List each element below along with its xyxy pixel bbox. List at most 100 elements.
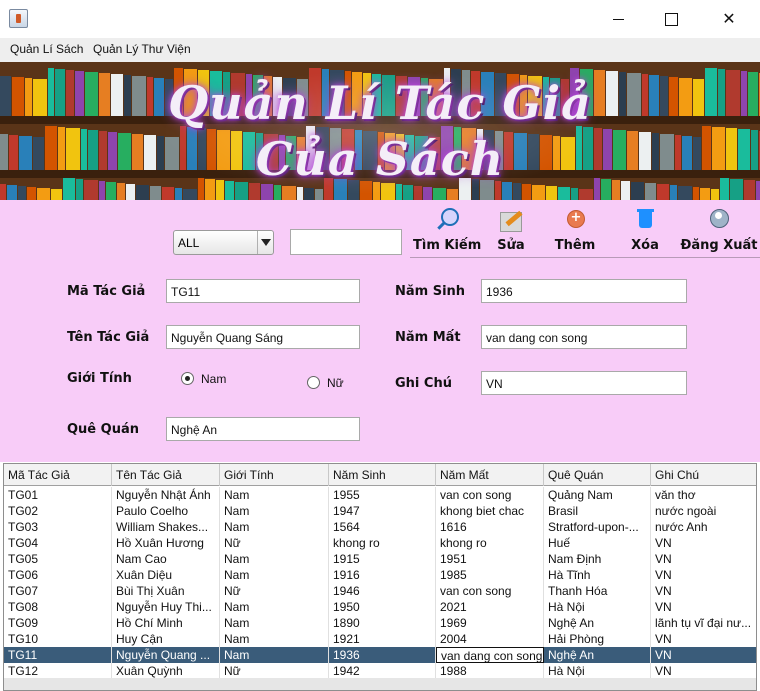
table-cell[interactable]: TG04 [4, 535, 112, 551]
table-cell[interactable]: TG03 [4, 519, 112, 535]
table-cell[interactable]: Thanh Hóa [544, 583, 651, 599]
table-cell[interactable]: Nữ [220, 535, 329, 551]
table-cell[interactable]: 1921 [329, 631, 436, 647]
table-cell[interactable]: 2004 [436, 631, 544, 647]
table-cell[interactable]: Nam [220, 487, 329, 503]
minimize-button[interactable] [596, 0, 642, 38]
table-cell[interactable]: văn thơ [651, 487, 756, 503]
table-cell[interactable]: 2021 [436, 599, 544, 615]
table-cell[interactable]: 1985 [436, 567, 544, 583]
table-row[interactable]: TG06 Xuân Diệu Nam 1916 1985 Hà Tĩnh VN [4, 567, 756, 583]
table-cell[interactable]: VN [651, 583, 756, 599]
table-cell[interactable]: VN [651, 663, 756, 679]
table-row[interactable]: TG09 Hồ Chí Minh Nam 1890 1969 Nghệ An lãnh tụ… [4, 615, 756, 631]
table-cell[interactable]: 1969 [436, 615, 544, 631]
table-cell[interactable]: Nam [220, 567, 329, 583]
authors-table[interactable]: Mã Tác Giả Tên Tác Giả Giới Tính Năm Sinh Nă… [3, 463, 757, 691]
table-row[interactable]: TG02 Paulo Coelho Nam 1947 khong biet chac Br… [4, 503, 756, 519]
table-cell[interactable]: TG10 [4, 631, 112, 647]
author-name-field[interactable]: Nguyễn Quang Sáng [166, 325, 360, 349]
table-cell[interactable]: 1936 [329, 647, 436, 663]
delete-button[interactable]: Xóa [625, 208, 665, 253]
table-cell[interactable]: 1955 [329, 487, 436, 503]
table-cell[interactable]: Nam [220, 503, 329, 519]
table-cell[interactable]: 1950 [329, 599, 436, 615]
maximize-button[interactable] [648, 0, 694, 38]
table-cell[interactable]: Nghệ An [544, 615, 651, 631]
table-cell[interactable]: TG01 [4, 487, 112, 503]
table-cell[interactable]: Nữ [220, 583, 329, 599]
table-cell[interactable]: TG08 [4, 599, 112, 615]
column-header[interactable]: Giới Tính [220, 464, 329, 486]
table-cell[interactable]: Brasil [544, 503, 651, 519]
table-cell[interactable]: Nam [220, 519, 329, 535]
table-cell[interactable]: Nam [220, 631, 329, 647]
column-header[interactable]: Năm Mất [436, 464, 544, 486]
table-cell[interactable]: khong ro [329, 535, 436, 551]
table-row[interactable]: TG12 Xuân Quỳnh Nữ 1942 1988 Hà Nội VN [4, 663, 756, 679]
table-cell[interactable]: TG07 [4, 583, 112, 599]
column-header[interactable]: Tên Tác Giả [112, 464, 220, 486]
table-cell[interactable]: nước ngoài [651, 503, 756, 519]
table-cell[interactable]: 1946 [329, 583, 436, 599]
column-header[interactable]: Ghi Chú [651, 464, 756, 486]
table-cell[interactable]: Nam Cao [112, 551, 220, 567]
table-cell[interactable]: Hà Nội [544, 663, 651, 679]
table-cell[interactable]: 1942 [329, 663, 436, 679]
table-cell[interactable]: Nữ [220, 663, 329, 679]
table-cell[interactable]: 1951 [436, 551, 544, 567]
edit-button[interactable]: Sửa [490, 208, 532, 253]
table-cell[interactable]: VN [651, 599, 756, 615]
table-cell[interactable]: William Shakes... [112, 519, 220, 535]
table-cell[interactable]: VN [651, 631, 756, 647]
table-cell[interactable]: 1915 [329, 551, 436, 567]
table-cell[interactable]: nước Anh [651, 519, 756, 535]
table-cell[interactable]: Nam [220, 551, 329, 567]
table-cell[interactable]: Bùi Thị Xuân [112, 583, 220, 599]
column-header[interactable]: Quê Quán [544, 464, 651, 486]
table-cell[interactable]: Huy Cận [112, 631, 220, 647]
table-cell[interactable]: TG06 [4, 567, 112, 583]
table-cell[interactable]: 1916 [329, 567, 436, 583]
gender-female-radio[interactable] [307, 376, 320, 389]
table-cell[interactable]: khong biet chac [436, 503, 544, 519]
table-cell[interactable]: Nguyễn Nhật Ánh [112, 487, 220, 503]
table-cell[interactable]: TG11 [4, 647, 112, 663]
logout-button[interactable]: Đăng Xuất [680, 208, 758, 253]
table-cell[interactable]: Quảng Nam [544, 487, 651, 503]
table-cell[interactable]: Xuân Diệu [112, 567, 220, 583]
table-cell[interactable]: lãnh tụ vĩ đại nư... [651, 615, 756, 631]
table-cell[interactable]: Nguyễn Huy Thi... [112, 599, 220, 615]
table-cell[interactable]: van dang con song [436, 647, 544, 663]
table-cell[interactable]: Stratford-upon-... [544, 519, 651, 535]
table-row[interactable]: TG01 Nguyễn Nhật Ánh Nam 1955 van con song Q… [4, 487, 756, 503]
table-cell[interactable]: 1947 [329, 503, 436, 519]
gender-male-radio[interactable] [181, 372, 194, 385]
table-cell[interactable]: TG12 [4, 663, 112, 679]
table-cell[interactable]: 1564 [329, 519, 436, 535]
column-header[interactable]: Năm Sinh [329, 464, 436, 486]
table-cell[interactable]: Hà Nội [544, 599, 651, 615]
table-cell[interactable]: TG02 [4, 503, 112, 519]
table-cell[interactable]: Nam [220, 599, 329, 615]
table-cell[interactable]: VN [651, 535, 756, 551]
table-cell[interactable]: Hồ Chí Minh [112, 615, 220, 631]
table-cell[interactable]: TG09 [4, 615, 112, 631]
death-year-field[interactable]: van dang con song [481, 325, 687, 349]
filter-combobox[interactable]: ALL [173, 230, 274, 255]
table-cell[interactable]: Nam [220, 615, 329, 631]
table-cell[interactable]: Hà Tĩnh [544, 567, 651, 583]
table-cell[interactable]: Nam [220, 647, 329, 663]
table-cell[interactable]: 1988 [436, 663, 544, 679]
table-cell[interactable]: Huế [544, 535, 651, 551]
table-cell[interactable]: Hồ Xuân Hương [112, 535, 220, 551]
close-button[interactable]: ✕ [706, 0, 752, 38]
search-button[interactable]: Tìm Kiếm [413, 208, 481, 253]
table-cell[interactable]: Nguyễn Quang ... [112, 647, 220, 663]
table-row[interactable]: TG03 William Shakes... Nam 1564 1616 Stratfo… [4, 519, 756, 535]
table-cell[interactable]: Paulo Coelho [112, 503, 220, 519]
table-cell[interactable]: Hải Phòng [544, 631, 651, 647]
column-header[interactable]: Mã Tác Giả [4, 464, 112, 486]
note-field[interactable]: VN [481, 371, 687, 395]
table-cell[interactable]: Xuân Quỳnh [112, 663, 220, 679]
